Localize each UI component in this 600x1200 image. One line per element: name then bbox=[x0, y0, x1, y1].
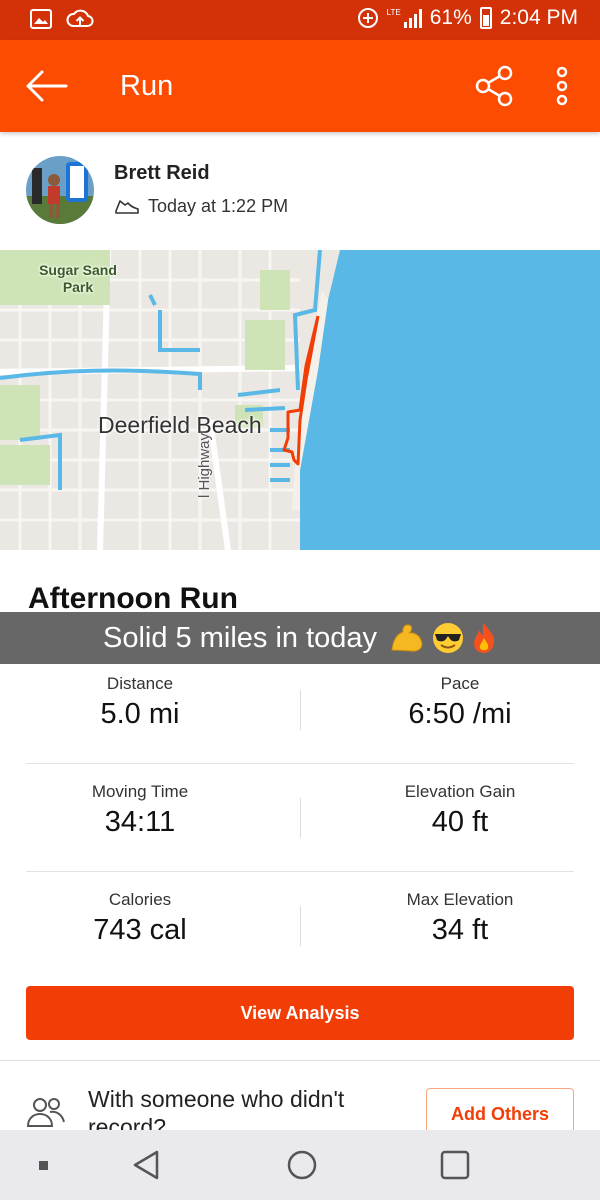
clock: 2:04 PM bbox=[499, 6, 578, 29]
stat-label-max-elevation: Max Elevation bbox=[406, 890, 514, 909]
stat-divider bbox=[300, 906, 301, 946]
stat-value-pace: 6:50 /mi bbox=[408, 698, 512, 730]
avatar[interactable] bbox=[26, 156, 94, 224]
back-arrow-icon[interactable] bbox=[22, 66, 70, 106]
cloud-upload-icon bbox=[66, 9, 94, 27]
stat-label-pace: Pace bbox=[440, 674, 480, 693]
athlete-name[interactable]: Brett Reid bbox=[114, 162, 210, 185]
route-map[interactable]: Sugar Sand Park Deerfield Beach l Highwa… bbox=[0, 250, 600, 550]
page-title: Run bbox=[120, 70, 174, 102]
activity-time-label: Today at 1:22 PM bbox=[148, 196, 289, 216]
stat-divider bbox=[300, 798, 301, 838]
gallery-icon bbox=[30, 9, 52, 29]
fire-icon bbox=[474, 623, 495, 653]
caption-overlay: Solid 5 miles in today bbox=[0, 612, 600, 664]
stat-value-calories: 743 cal bbox=[93, 914, 187, 946]
athlete-header: Brett Reid Today at 1:22 PM bbox=[0, 132, 600, 250]
stat-divider bbox=[300, 690, 301, 730]
map-label-city: Deerfield Beach bbox=[98, 412, 262, 438]
data-saver-icon bbox=[357, 8, 378, 28]
view-analysis-button[interactable]: View Analysis bbox=[26, 986, 574, 1040]
stat-value-max-elevation: 34 ft bbox=[431, 914, 489, 946]
dot-icon bbox=[39, 1161, 48, 1170]
signal-icon bbox=[403, 9, 422, 28]
stat-row-divider bbox=[26, 763, 574, 764]
app-bar: Run bbox=[0, 40, 600, 132]
network-type-label: LTE bbox=[386, 8, 401, 17]
share-icon[interactable] bbox=[472, 64, 516, 108]
more-options-icon[interactable] bbox=[548, 64, 576, 108]
caption-text: Solid 5 miles in today bbox=[102, 621, 378, 654]
navigation-bar bbox=[0, 1130, 600, 1200]
stat-value-distance: 5.0 mi bbox=[100, 698, 180, 730]
stat-label-distance: Distance bbox=[106, 674, 174, 693]
nav-back-icon[interactable] bbox=[130, 1148, 164, 1182]
activity-title: Afternoon Run bbox=[28, 582, 238, 615]
battery-percent: 61% bbox=[429, 6, 472, 29]
stat-value-moving-time: 34:11 bbox=[104, 806, 176, 838]
nav-recents-icon[interactable] bbox=[438, 1148, 472, 1182]
stat-label-calories: Calories bbox=[108, 890, 172, 909]
status-bar: LTE 61% 2:04 PM bbox=[0, 0, 600, 40]
stat-row-divider bbox=[26, 871, 574, 872]
cool-face-icon bbox=[433, 623, 464, 653]
flexed-biceps-icon bbox=[391, 624, 423, 652]
stat-label-elevation-gain: Elevation Gain bbox=[404, 782, 516, 801]
shoe-icon bbox=[115, 199, 139, 214]
map-label-park: Sugar Sand Park bbox=[39, 262, 117, 295]
caption-emojis bbox=[389, 621, 497, 655]
section-divider bbox=[0, 1060, 600, 1061]
stat-label-moving-time: Moving Time bbox=[91, 782, 189, 801]
map-label-road: l Highway bbox=[196, 432, 213, 498]
activity-time: Today at 1:22 PM bbox=[114, 196, 288, 217]
people-icon bbox=[26, 1098, 65, 1127]
battery-icon bbox=[479, 7, 492, 29]
nav-home-icon[interactable] bbox=[285, 1148, 319, 1182]
stat-value-elevation-gain: 40 ft bbox=[431, 806, 489, 838]
